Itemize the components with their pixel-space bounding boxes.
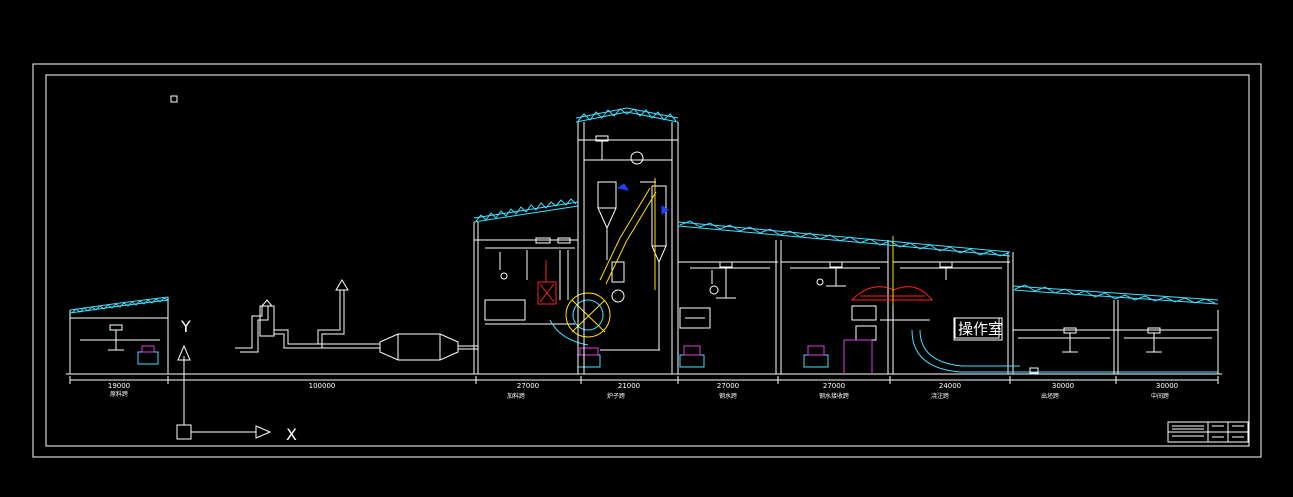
bay-name-5: 钢水跨 bbox=[719, 392, 737, 400]
bay-name-6: 钢水接收跨 bbox=[819, 392, 849, 400]
operator-room-label: 操作室 bbox=[958, 320, 1003, 338]
span-dim-7: 24000 bbox=[939, 382, 961, 390]
operator-room[interactable]: 操作室 bbox=[954, 317, 1003, 339]
span-dim-4: 21000 bbox=[618, 382, 640, 390]
span-dim-2: 100000 bbox=[309, 382, 336, 390]
axis-x-label: X bbox=[286, 425, 297, 444]
bay-name-1: 原料跨 bbox=[110, 390, 128, 398]
axis-y-label: Y bbox=[180, 317, 191, 336]
bay-name-7: 浇注跨 bbox=[931, 392, 949, 400]
span-dim-1: 19000 bbox=[108, 382, 130, 390]
cad-drawing-canvas[interactable]: 操作室 19000 100000 27000 21000 27000 27000… bbox=[0, 0, 1293, 497]
span-dim-5: 27000 bbox=[717, 382, 739, 390]
span-dim-3: 27000 bbox=[517, 382, 539, 390]
bay-name-3: 加料跨 bbox=[507, 392, 525, 400]
span-dim-8: 30000 bbox=[1052, 382, 1074, 390]
bay-name-9: 中间跨 bbox=[1151, 392, 1169, 400]
bay-name-4: 炉子跨 bbox=[607, 392, 625, 400]
span-dim-6: 27000 bbox=[823, 382, 845, 390]
bay-name-8: 出坯跨 bbox=[1041, 392, 1059, 400]
span-dim-9: 30000 bbox=[1156, 382, 1178, 390]
